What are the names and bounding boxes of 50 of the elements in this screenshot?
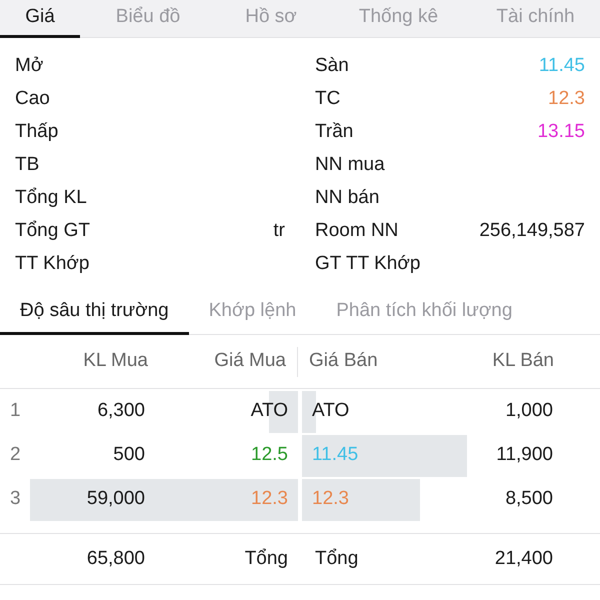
row-index: 1 [10, 398, 21, 423]
info-label: NN mua [315, 153, 385, 178]
tab[interactable]: Tài chính [471, 0, 600, 38]
table-cell: 500 [113, 444, 145, 465]
tab[interactable]: Giá [0, 0, 80, 38]
info-label: GT TT Khớp [315, 252, 420, 276]
info-label: Tổng GT [15, 219, 90, 244]
table-cell: 1,000 [505, 400, 553, 421]
table-cell: 12.3 [251, 488, 288, 509]
info-value: tr [273, 219, 285, 244]
info-value: 12.3 [548, 87, 585, 112]
info-label: Tổng KL [15, 186, 87, 210]
info-label: Trần [315, 120, 354, 144]
row-index: 3 [10, 486, 21, 511]
total-label: Tổng [244, 548, 288, 569]
table-cell: 12.5 [251, 444, 288, 465]
tab[interactable]: Khớp lệnh [188, 291, 316, 335]
total-label: Tổng [315, 548, 358, 569]
info-label: TB [15, 153, 40, 178]
table-cell: ATO [312, 400, 350, 421]
tab[interactable]: Thống kê [326, 0, 471, 38]
info-label: NN bán [315, 186, 380, 210]
table-cell: 8,500 [505, 488, 553, 509]
tab[interactable]: Phân tích khối lượng [316, 291, 532, 335]
column-header: KL Bán [492, 350, 554, 372]
table-cell: 11,900 [496, 444, 553, 465]
info-label: Mở [15, 54, 44, 78]
column-header: KL Mua [83, 350, 148, 372]
table-cell: 11.45 [312, 444, 358, 465]
total-value: 65,800 [86, 548, 145, 569]
table-cell: 59,000 [86, 488, 145, 509]
tab[interactable]: Độ sâu thị trường [0, 291, 189, 335]
column-header: Giá Bán [309, 350, 378, 372]
info-label: Cao [15, 87, 50, 112]
tab[interactable]: Biểu đồ [80, 0, 216, 38]
info-label: Sàn [315, 54, 349, 78]
info-label: Thấp [15, 120, 58, 144]
row-index: 2 [10, 442, 21, 467]
info-value: 256,149,587 [479, 219, 585, 244]
total-value: 21,400 [494, 548, 553, 569]
tab[interactable]: Hồ sơ [216, 0, 326, 38]
table-cell: 12.3 [312, 488, 349, 509]
info-label: Room NN [315, 219, 398, 244]
table-cell: ATO [250, 400, 288, 421]
info-label: TC [315, 87, 340, 112]
column-header: Giá Mua [214, 350, 286, 372]
info-value: 13.15 [537, 120, 585, 144]
table-cell: 6,300 [97, 400, 145, 421]
info-value: 11.45 [538, 54, 585, 78]
info-label: TT Khớp [15, 252, 90, 276]
